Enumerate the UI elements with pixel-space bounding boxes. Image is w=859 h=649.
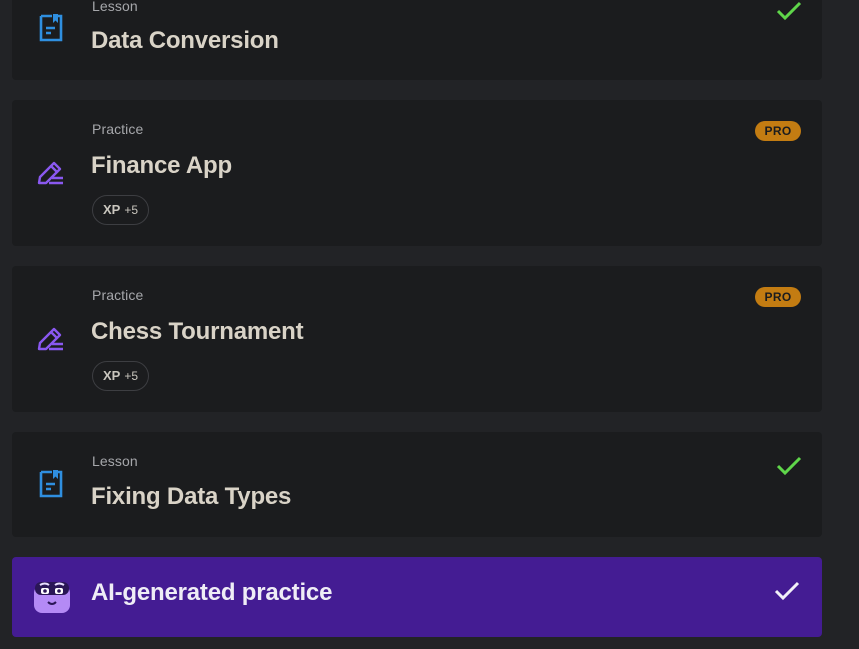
xp-label: XP [103, 368, 121, 383]
xp-value: +5 [124, 369, 139, 383]
practice-pencil-icon [37, 161, 63, 185]
lesson-card-data-conversion[interactable]: Lesson Data Conversion [12, 0, 822, 80]
pro-badge: PRO [755, 287, 801, 307]
xp-value: +5 [124, 203, 139, 217]
xp-chip: XP +5 [92, 195, 149, 225]
practice-card-chess-tournament[interactable]: Practice Chess Tournament PRO XP +5 [12, 266, 822, 412]
xp-chip: XP +5 [92, 361, 149, 391]
lesson-card-fixing-data-types[interactable]: Lesson Fixing Data Types [12, 432, 822, 537]
lesson-document-icon [39, 470, 63, 498]
practice-card-finance-app[interactable]: Practice Finance App PRO XP +5 [12, 100, 822, 246]
item-type-label: Practice [92, 287, 144, 303]
ai-practice-card[interactable]: AI-generated practice [12, 557, 822, 637]
ai-practice-title: AI-generated practice [91, 579, 333, 606]
item-title: Fixing Data Types [91, 483, 292, 510]
item-title: Data Conversion [91, 27, 279, 54]
item-title: Finance App [91, 152, 232, 179]
check-icon [776, 1, 802, 21]
item-type-label: Practice [92, 121, 144, 137]
pro-badge: PRO [755, 121, 801, 141]
item-title: Chess Tournament [91, 318, 304, 345]
item-type-label: Lesson [92, 453, 138, 469]
xp-label: XP [103, 202, 121, 217]
check-icon [776, 456, 802, 476]
ai-mascot-icon [34, 582, 70, 613]
lesson-document-icon [39, 14, 63, 42]
practice-pencil-icon [37, 327, 63, 351]
check-icon [774, 581, 800, 601]
item-type-label: Lesson [92, 0, 138, 14]
